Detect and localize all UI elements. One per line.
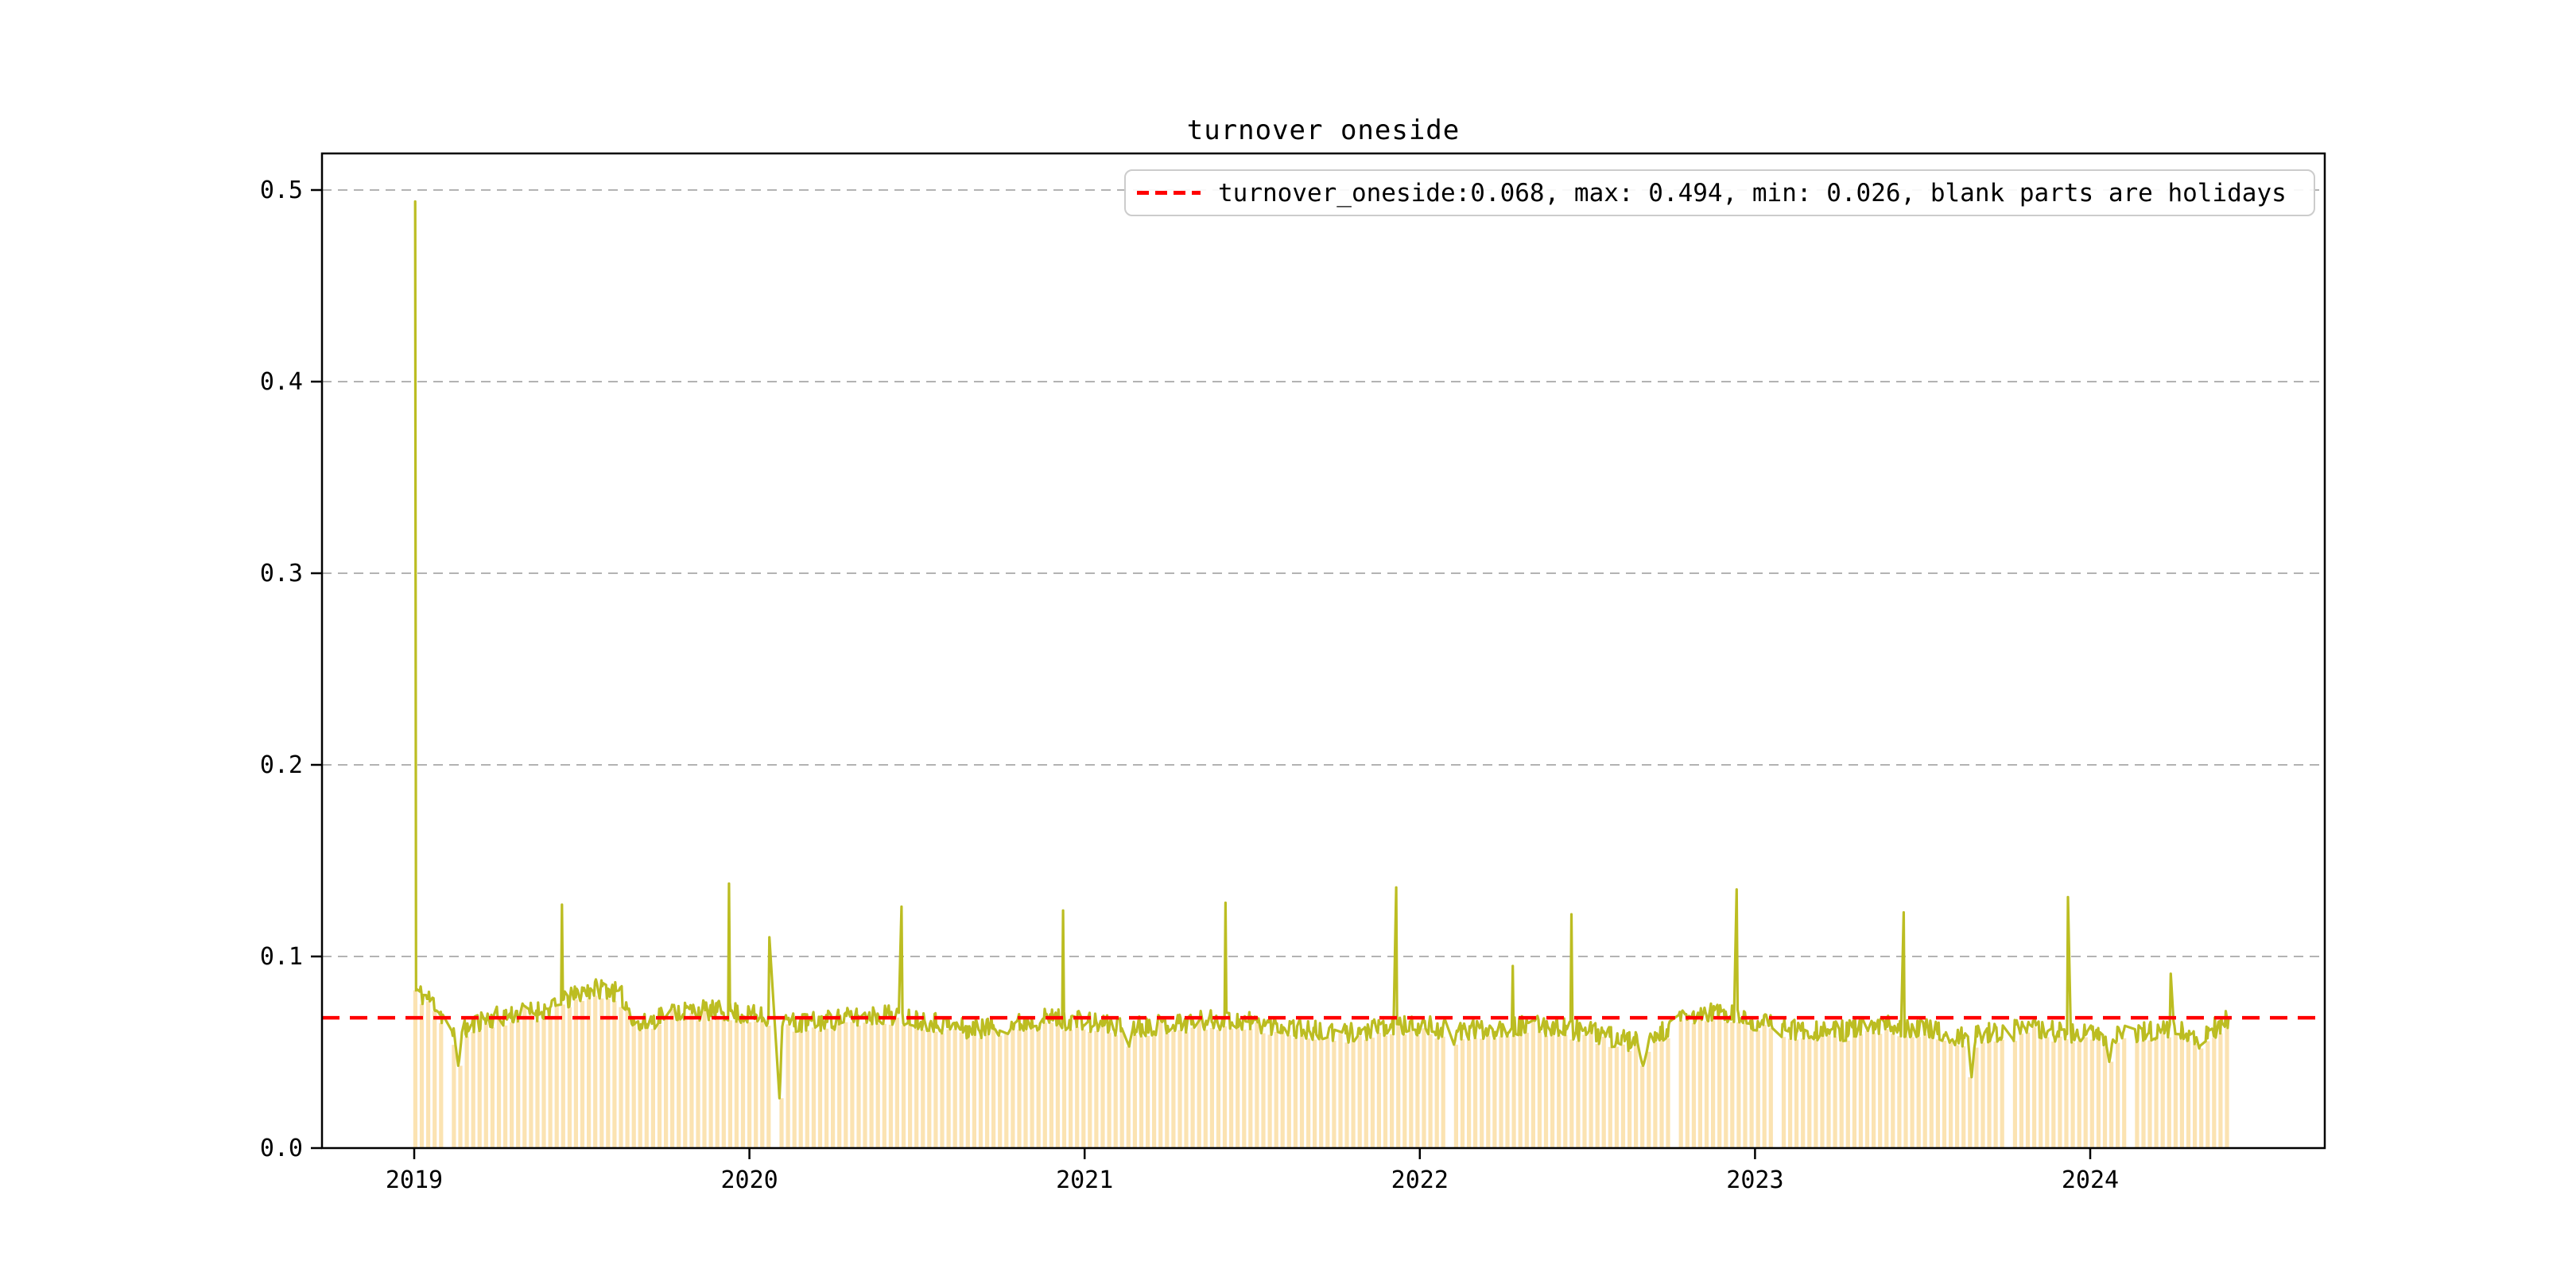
x-tick-label: 2022 — [1391, 1166, 1449, 1194]
x-tick-label: 2024 — [2062, 1166, 2119, 1194]
legend-dashed-line-icon — [1137, 191, 1201, 195]
legend-label: turnover_oneside:0.068, max: 0.494, min:… — [1218, 178, 2287, 208]
x-tick-label: 2020 — [720, 1166, 778, 1194]
figure: 0.0 0.1 0.2 0.3 0.4 0.5 2019 2020 2021 2022 2023 20… — [0, 0, 2576, 1288]
legend: turnover_oneside:0.068, max: 0.494, min:… — [1124, 169, 2315, 216]
x-tick-label: 2023 — [1726, 1166, 1783, 1194]
x-tick-label: 2019 — [386, 1166, 443, 1194]
y-tick-label: 0.3 — [260, 560, 303, 588]
y-tick-label: 0.4 — [260, 368, 303, 396]
y-tick-label: 0.5 — [260, 177, 303, 204]
y-axis-ticks: 0.0 0.1 0.2 0.3 0.4 0.5 — [260, 177, 322, 1162]
turnover-line — [413, 200, 2230, 1100]
turnover-bars — [413, 990, 2229, 1148]
y-tick-label: 0.0 — [260, 1135, 303, 1162]
x-axis-ticks: 2019 2020 2021 2022 2023 2024 — [386, 1148, 2119, 1194]
y-tick-label: 0.2 — [260, 751, 303, 779]
y-tick-label: 0.1 — [260, 943, 303, 971]
x-tick-label: 2021 — [1056, 1166, 1113, 1194]
y-gridlines — [322, 189, 2325, 957]
chart-title: turnover oneside — [1186, 114, 1461, 146]
